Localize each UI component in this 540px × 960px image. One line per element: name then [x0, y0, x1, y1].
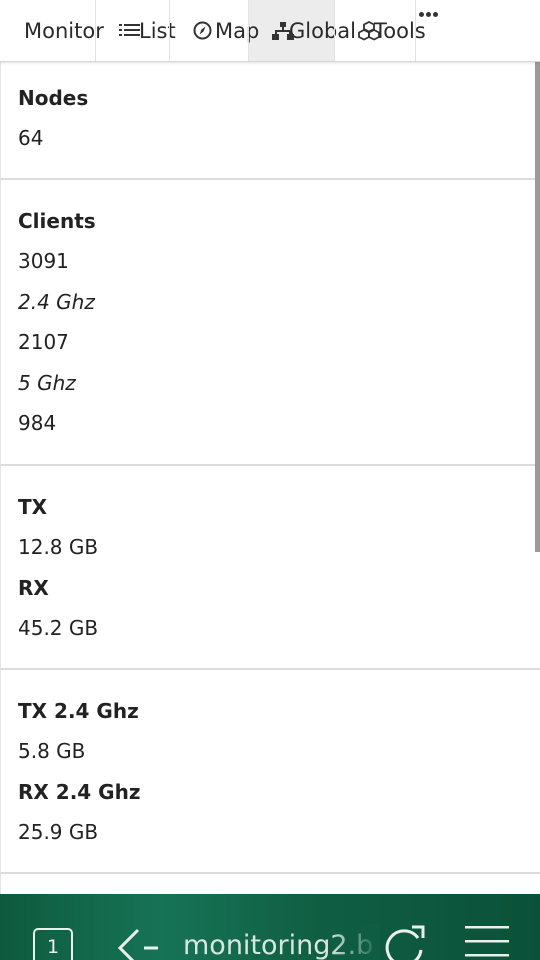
nav-item-label: Tools: [374, 18, 426, 43]
stat-label: Nodes: [18, 86, 89, 110]
stat-label: RX: [18, 576, 49, 600]
reload-icon[interactable]: [382, 924, 426, 960]
nav-item-label: Monitor: [24, 18, 104, 43]
list-icon: [119, 21, 141, 41]
stat-value: 5.8 GB: [18, 739, 86, 763]
nav-item-label: Global: [289, 18, 356, 43]
stat-value: 25.9 GB: [18, 820, 99, 844]
stat-value: 984: [18, 411, 57, 435]
nodes-card: Nodes 64: [0, 62, 540, 180]
browser-bottom-bar: 1 monitoring2.b: [0, 894, 540, 960]
stats-content[interactable]: Nodes 64 Clients 3091 2.4 Ghz 2107 5 Ghz…: [0, 62, 540, 894]
stat-label: RX 2.4 Ghz: [18, 780, 141, 804]
more-dots-icon[interactable]: [417, 10, 441, 20]
stat-sublabel: 2.4 Ghz: [18, 290, 95, 314]
stat-value: 64: [18, 126, 44, 150]
traffic-24ghz-card: TX 2.4 Ghz 5.8 GB RX 2.4 Ghz 25.9 GB: [0, 670, 540, 874]
stat-label: Clients: [18, 209, 96, 233]
stat-value: 12.8 GB: [18, 535, 99, 559]
nav-divider: [95, 0, 96, 61]
scrollbar[interactable]: [535, 62, 540, 552]
tab-count-label: 1: [46, 936, 60, 958]
nav-item-list[interactable]: List: [100, 0, 176, 61]
tabs-icon[interactable]: 1: [33, 928, 73, 960]
stat-value: 2107: [18, 330, 69, 354]
nav-divider: [169, 0, 170, 61]
nav-item-map[interactable]: Map: [193, 0, 259, 61]
nav-item-global[interactable]: Global: [272, 0, 356, 61]
url-fade: [330, 924, 380, 960]
traffic-card: TX 12.8 GB RX 45.2 GB: [0, 466, 540, 670]
nav-divider: [248, 0, 249, 61]
next-card-partial: [0, 874, 540, 894]
nav-item-monitor[interactable]: Monitor: [24, 0, 104, 61]
stat-label: TX: [18, 495, 48, 519]
top-nav: Monitor List Map Global Tools: [0, 0, 540, 62]
stat-label: TX 2.4 Ghz: [18, 699, 139, 723]
stat-value: 45.2 GB: [18, 616, 99, 640]
nav-divider: [334, 0, 335, 61]
sitemap-icon: [272, 21, 294, 41]
menu-icon[interactable]: [465, 924, 509, 960]
cubes-icon: [358, 20, 380, 41]
nav-item-label: Map: [215, 18, 260, 43]
back-icon[interactable]: [116, 928, 160, 960]
clients-card: Clients 3091 2.4 Ghz 2107 5 Ghz 984: [0, 180, 540, 466]
stat-sublabel: 5 Ghz: [18, 371, 76, 395]
compass-icon: [193, 21, 212, 40]
nav-item-label: List: [139, 18, 176, 43]
nav-divider: [415, 0, 416, 61]
stat-value: 3091: [18, 249, 69, 273]
